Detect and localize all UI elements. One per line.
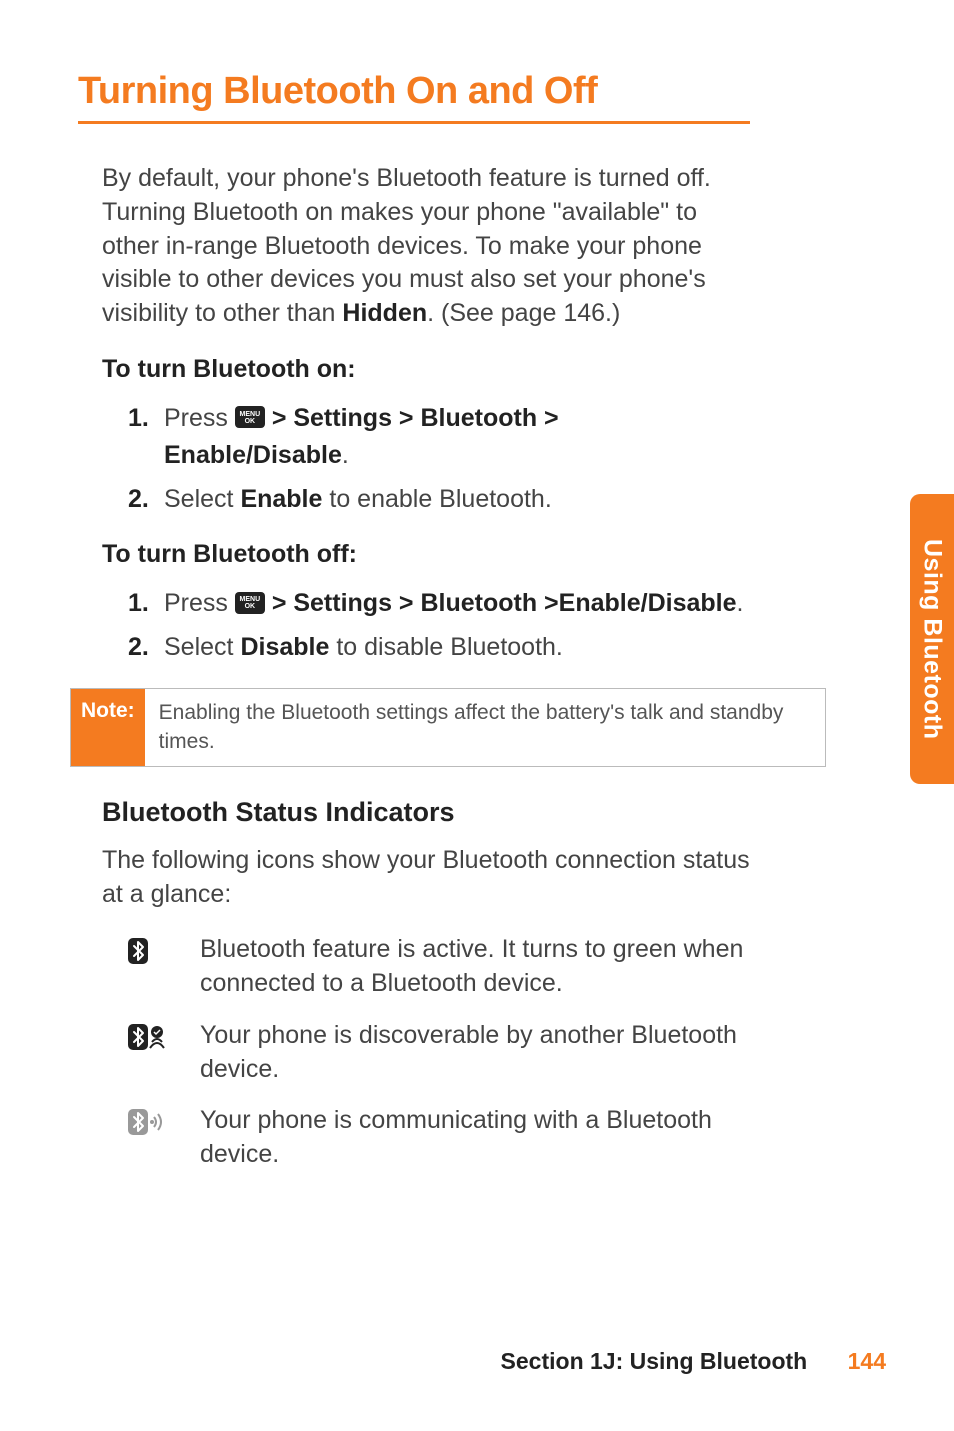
icon-top: MENU: [240, 411, 261, 418]
note-label: Note:: [71, 689, 145, 766]
list-item: 1. Press MENUOK > Settings > Bluetooth >…: [128, 400, 750, 475]
step-text: Press: [164, 589, 235, 617]
step-bold: Disable: [240, 633, 329, 661]
page-title: Turning Bluetooth On and Off: [78, 70, 750, 124]
footer-section: Section 1J: Using Bluetooth: [501, 1348, 808, 1374]
note-text: Enabling the Bluetooth settings affect t…: [145, 689, 825, 766]
indicators-intro: The following icons show your Bluetooth …: [102, 844, 750, 912]
step-number: 2.: [128, 629, 149, 667]
icon-bot: OK: [245, 418, 256, 425]
menu-ok-icon: MENUOK: [235, 406, 265, 428]
step-number: 2.: [128, 481, 149, 519]
turn-off-steps: 1. Press MENUOK > Settings > Bluetooth >…: [128, 585, 750, 666]
indicator-desc: Bluetooth feature is active. It turns to…: [200, 933, 750, 1001]
list-item: 2. Select Disable to disable Bluetooth.: [128, 629, 750, 667]
indicators-heading: Bluetooth Status Indicators: [102, 797, 750, 828]
side-tab-label: Using Bluetooth: [918, 539, 947, 740]
indicator-row: Bluetooth feature is active. It turns to…: [126, 933, 750, 1001]
step-tail: to disable Bluetooth.: [329, 633, 563, 661]
indicator-desc: Your phone is discoverable by another Bl…: [200, 1019, 750, 1087]
footer-page-number: 144: [848, 1348, 886, 1374]
list-item: 1. Press MENUOK > Settings > Bluetooth >…: [128, 585, 750, 623]
step-tail: to enable Bluetooth.: [322, 485, 551, 513]
side-tab: Using Bluetooth: [910, 494, 954, 784]
turn-off-heading: To turn Bluetooth off:: [102, 540, 750, 569]
icon-top: MENU: [240, 596, 261, 603]
indicator-row: Your phone is discoverable by another Bl…: [126, 1019, 750, 1087]
step-bold: > Settings > Bluetooth >Enable/Disable: [272, 589, 737, 617]
bluetooth-active-icon: [126, 936, 166, 971]
bluetooth-discoverable-icon: [126, 1022, 166, 1057]
indicator-row: Your phone is communicating with a Bluet…: [126, 1104, 750, 1172]
turn-on-steps: 1. Press MENUOK > Settings > Bluetooth >…: [128, 400, 750, 519]
step-number: 1.: [128, 585, 149, 623]
note-box: Note: Enabling the Bluetooth settings af…: [70, 688, 826, 767]
menu-ok-icon: MENUOK: [235, 592, 265, 614]
step-text: Press: [164, 404, 235, 432]
bluetooth-communicating-icon: [126, 1107, 166, 1142]
step-number: 1.: [128, 400, 149, 438]
turn-on-heading: To turn Bluetooth on:: [102, 355, 750, 384]
step-text: Select: [164, 485, 240, 513]
indicator-desc: Your phone is communicating with a Bluet…: [200, 1104, 750, 1172]
step-text: Select: [164, 633, 240, 661]
icon-bot: OK: [245, 603, 256, 610]
intro-bold-hidden: Hidden: [342, 299, 427, 327]
step-bold: Enable: [240, 485, 322, 513]
intro-text-c: . (See page 146.): [427, 299, 620, 327]
step-tail: .: [342, 441, 349, 469]
step-tail: .: [737, 589, 744, 617]
page-content: Turning Bluetooth On and Off By default,…: [0, 0, 820, 1172]
intro-paragraph: By default, your phone's Bluetooth featu…: [102, 162, 750, 331]
page-footer: Section 1J: Using Bluetooth 144: [501, 1348, 886, 1375]
list-item: 2. Select Enable to enable Bluetooth.: [128, 481, 750, 519]
